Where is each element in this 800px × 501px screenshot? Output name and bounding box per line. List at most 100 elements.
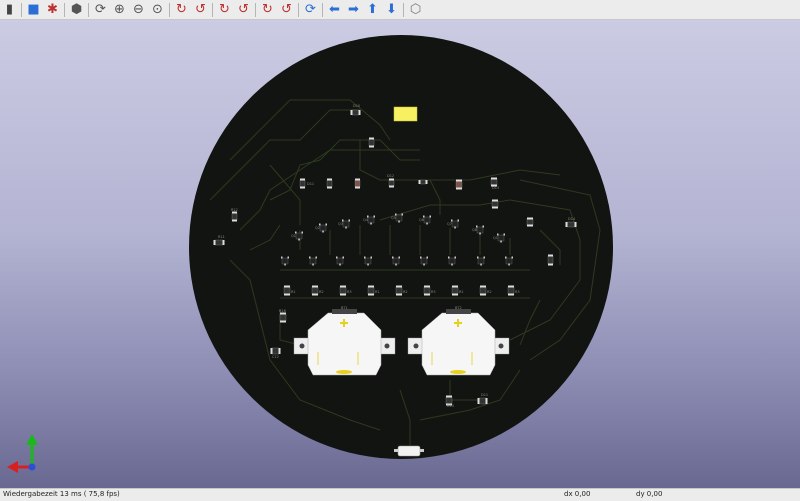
rotate-x-cw-icon: ↻ — [176, 2, 187, 17]
component-label: R2 — [403, 290, 408, 294]
rotate-y-ccw-button[interactable]: ↺ — [234, 1, 253, 19]
move-down-button[interactable]: ⬇ — [382, 1, 401, 19]
transistor — [364, 256, 372, 266]
zoom-in-icon: ⊕ — [114, 2, 125, 17]
move-right-icon: ➡ — [348, 2, 359, 17]
smd-component — [311, 285, 319, 296]
toolbar-separator — [322, 2, 323, 17]
dy-label: dy 0,00 — [636, 490, 663, 498]
transistor — [336, 256, 344, 266]
zoom-fit-icon: ⊙ — [152, 2, 163, 17]
view-orthographic-icon: ⬡ — [409, 2, 422, 17]
toolbar-separator — [403, 2, 404, 17]
smd-component — [565, 221, 577, 228]
board-body-button[interactable]: ■ — [24, 1, 43, 19]
toolbar: ▮ ■ ✱ ⬢ ⟳ ⊕ ⊖ ⊙ ↻ ↺ ↻ ↺ ↻ ↺ ⟳ ⬅ ➡ ⬆ ⬇ ⬡ — [0, 0, 800, 20]
zoom-in-button[interactable]: ⊕ — [110, 1, 129, 19]
rotate-z-cw-button[interactable]: ↻ — [258, 1, 277, 19]
component-label: R1 — [459, 290, 464, 294]
component-label: R1 — [291, 290, 296, 294]
component-label: Q8 — [472, 228, 477, 232]
transistor — [423, 215, 431, 225]
battery-label: BT1 — [341, 306, 348, 310]
rotate-y-cw-icon: ↻ — [219, 2, 230, 17]
component-label: R12 — [231, 208, 238, 212]
switch-sw1 — [394, 445, 424, 457]
transistor — [395, 213, 403, 223]
smd-component — [299, 178, 306, 189]
transistor — [295, 231, 303, 241]
reload-icon: ⟳ — [95, 2, 106, 17]
smd-component — [283, 285, 291, 296]
component-label: Q1 — [291, 234, 296, 238]
flip-board-button[interactable]: ⟳ — [301, 1, 320, 19]
smd-component — [479, 285, 487, 296]
component-label: R2 — [319, 290, 324, 294]
rotate-z-ccw-button[interactable]: ↺ — [277, 1, 296, 19]
transistor — [342, 219, 350, 229]
smd-component — [350, 109, 361, 116]
toolbar-separator — [88, 2, 89, 17]
smd-component — [491, 199, 499, 209]
smd-component — [354, 178, 361, 189]
transistor — [392, 256, 400, 266]
component-label: Q6 — [419, 218, 424, 222]
smd-component — [418, 179, 428, 185]
component-label: D11 — [481, 393, 488, 397]
zoom-out-button[interactable]: ⊖ — [129, 1, 148, 19]
rotate-x-ccw-icon: ↺ — [195, 2, 206, 17]
smd-component — [395, 285, 403, 296]
component-label: R1 — [375, 290, 380, 294]
smd-component — [368, 137, 375, 148]
move-right-button[interactable]: ➡ — [344, 1, 363, 19]
render-time-label: Wiedergabezeit 13 ms ( 75,8 fps) — [3, 490, 120, 498]
smd-component — [547, 254, 554, 266]
smd-component — [423, 285, 431, 296]
move-up-icon: ⬆ — [367, 2, 378, 17]
smd-component — [231, 211, 238, 222]
zoom-fit-button[interactable]: ⊙ — [148, 1, 167, 19]
component-label: C12 — [272, 355, 279, 359]
smd-component — [367, 285, 375, 296]
rotate-z-ccw-icon: ↺ — [281, 2, 292, 17]
3d-cube-icon: ⬢ — [70, 2, 83, 17]
3d-viewport[interactable]: D10 D11 D12 D13 R12 R11 D14 Q1 Q2 Q3 Q4 Q5 Q6 Q7 Q8 Q1 R… — [0, 20, 800, 488]
transistor — [476, 225, 484, 235]
rotate-z-cw-icon: ↻ — [262, 2, 273, 17]
smd-component — [279, 312, 287, 323]
toolbar-separator — [212, 2, 213, 17]
3d-cube-button[interactable]: ⬢ — [67, 1, 86, 19]
smd-component — [270, 347, 281, 355]
raytracing-icon: ✱ — [47, 2, 58, 17]
pcb-3d-scene[interactable]: D10 D11 D12 D13 R12 R11 D14 Q1 Q2 Q3 Q4 Q5 Q6 Q7 Q8 Q1 R… — [0, 20, 800, 488]
smd-component — [507, 285, 515, 296]
smd-component — [526, 217, 534, 227]
component-label: Q1 — [493, 236, 498, 240]
transistor — [309, 256, 317, 266]
component-label: R3 — [515, 290, 520, 294]
render-button[interactable]: ▮ — [0, 1, 19, 19]
axis-gizmo — [7, 434, 38, 473]
component-label: R2 — [487, 290, 492, 294]
rotate-x-ccw-button[interactable]: ↺ — [191, 1, 210, 19]
pcb-board — [189, 35, 613, 459]
move-left-button[interactable]: ⬅ — [325, 1, 344, 19]
component-label: R14 — [447, 404, 455, 408]
reload-button[interactable]: ⟳ — [91, 1, 110, 19]
component-label: D11 — [307, 182, 314, 186]
component-label: R3 — [431, 290, 436, 294]
dx-label: dx 0,00 — [564, 490, 591, 498]
rotate-x-cw-button[interactable]: ↻ — [172, 1, 191, 19]
rotate-y-cw-button[interactable]: ↻ — [215, 1, 234, 19]
view-orthographic-button[interactable]: ⬡ — [406, 1, 425, 19]
component-label: R3 — [347, 290, 352, 294]
component-label: Q4 — [363, 218, 369, 222]
move-down-icon: ⬇ — [386, 2, 397, 17]
board-body-icon: ■ — [27, 2, 40, 17]
transistor — [505, 256, 513, 266]
move-up-button[interactable]: ⬆ — [363, 1, 382, 19]
transistor — [448, 256, 456, 266]
component-label: D10 — [353, 104, 360, 108]
transistor — [367, 215, 375, 225]
raytracing-button[interactable]: ✱ — [43, 1, 62, 19]
